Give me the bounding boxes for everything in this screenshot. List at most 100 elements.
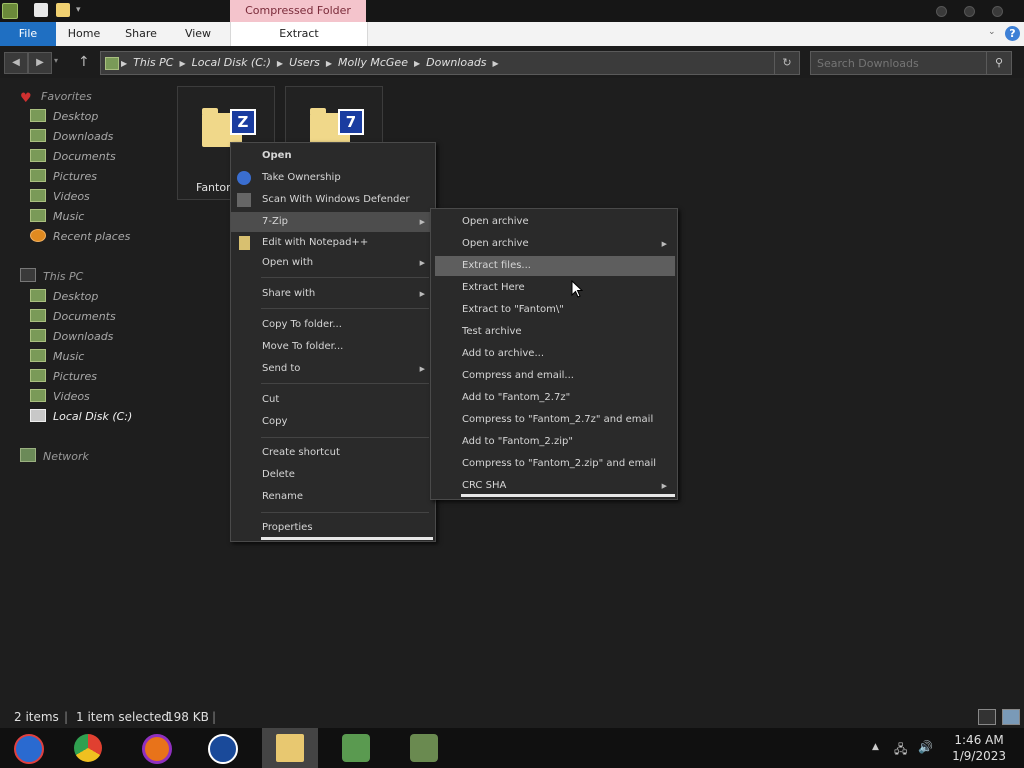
- sidebar-item-pictures[interactable]: Pictures: [30, 168, 170, 186]
- gear-icon: [237, 171, 251, 185]
- minimize-button[interactable]: [936, 6, 947, 17]
- tab-file[interactable]: File: [0, 22, 56, 46]
- menu-item-take-ownership[interactable]: Take Ownership: [231, 168, 435, 188]
- breadcrumb-downloads[interactable]: Downloads: [426, 56, 486, 69]
- menu-item-open[interactable]: Open: [231, 146, 435, 166]
- tab-share[interactable]: Share: [118, 22, 164, 46]
- tab-view[interactable]: View: [176, 22, 220, 46]
- sidebar-group-favorites[interactable]: ♥ Favorites: [20, 88, 92, 106]
- submenu-item-open-archive-more[interactable]: Open archive ▶: [431, 234, 677, 254]
- taskbar-chrome[interactable]: [62, 728, 112, 768]
- network-tray-icon[interactable]: 🖧: [894, 740, 907, 761]
- submenu-item-compress-email[interactable]: Compress and email...: [431, 366, 677, 386]
- sidebar-item-pc-downloads[interactable]: Downloads: [30, 328, 170, 346]
- sidebar-item-desktop[interactable]: Desktop: [30, 108, 170, 126]
- menu-item-properties[interactable]: Properties: [231, 518, 435, 538]
- volume-icon[interactable]: 🔊: [918, 740, 933, 754]
- tab-home[interactable]: Home: [62, 22, 106, 46]
- expand-ribbon-icon[interactable]: ⌄: [988, 27, 996, 37]
- details-view-icon[interactable]: [978, 709, 996, 725]
- chevron-right-icon[interactable]: ▶: [277, 59, 283, 68]
- submenu-item-compress-zip-email[interactable]: Compress to "Fantom_2.zip" and email: [431, 454, 677, 474]
- sidebar-group-network[interactable]: Network: [20, 448, 89, 466]
- chevron-right-icon[interactable]: ▶: [179, 59, 185, 68]
- search-box[interactable]: ⚲: [810, 51, 1012, 75]
- breadcrumb-this-pc[interactable]: This PC: [133, 56, 173, 69]
- taskbar-image-app[interactable]: [398, 728, 448, 768]
- taskbar-network-app[interactable]: [330, 728, 380, 768]
- submenu-item-open-archive[interactable]: Open archive: [431, 212, 677, 232]
- navigation-pane: ♥ Favorites Desktop Downloads Documents P…: [0, 80, 170, 680]
- menu-item-create-shortcut[interactable]: Create shortcut: [231, 443, 435, 463]
- network-icon: [20, 448, 36, 462]
- chevron-right-icon[interactable]: ▶: [493, 59, 499, 68]
- sidebar-item-videos[interactable]: Videos: [30, 188, 170, 206]
- sidebar-item-pc-videos[interactable]: Videos: [30, 388, 170, 406]
- chevron-right-icon[interactable]: ▶: [414, 59, 420, 68]
- submenu-item-crc-sha[interactable]: CRC SHA ▶: [431, 476, 677, 496]
- submenu-item-add-to-archive[interactable]: Add to archive...: [431, 344, 677, 364]
- menu-item-share-with[interactable]: Share with ▶: [231, 284, 435, 304]
- maximize-button[interactable]: [964, 6, 975, 17]
- sidebar-item-pc-documents[interactable]: Documents: [30, 308, 170, 326]
- submenu-item-extract-to-fantom[interactable]: Extract to "Fantom\": [431, 300, 677, 320]
- breadcrumb-local-disk[interactable]: Local Disk (C:): [192, 56, 271, 69]
- menu-separator: [261, 512, 429, 513]
- customize-quick-access-icon[interactable]: ▾: [76, 5, 81, 15]
- sidebar-item-music[interactable]: Music: [30, 208, 170, 226]
- menu-item-rename[interactable]: Rename: [231, 487, 435, 507]
- show-hidden-icons-icon[interactable]: ▲: [872, 742, 879, 752]
- breadcrumb-users[interactable]: Users: [289, 56, 320, 69]
- menu-item-copy[interactable]: Copy: [231, 412, 435, 432]
- submenu-item-add-to-zip[interactable]: Add to "Fantom_2.zip": [431, 432, 677, 452]
- recent-locations-icon[interactable]: ▾: [54, 56, 58, 65]
- sidebar-item-local-disk[interactable]: Local Disk (C:): [30, 408, 170, 426]
- search-input[interactable]: [817, 52, 977, 74]
- sidebar-item-pc-desktop[interactable]: Desktop: [30, 288, 170, 306]
- sidebar-item-recent-places[interactable]: Recent places: [30, 228, 170, 246]
- menu-item-delete[interactable]: Delete: [231, 465, 435, 485]
- taskbar-file-explorer[interactable]: [262, 728, 318, 768]
- sidebar-item-pc-music[interactable]: Music: [30, 348, 170, 366]
- taskbar: ▲ 🖧 🔊 1:46 AM 1/9/2023: [0, 728, 1024, 768]
- clock[interactable]: 1:46 AM 1/9/2023: [952, 732, 1006, 764]
- breadcrumb-molly-mcgee[interactable]: Molly McGee: [338, 56, 408, 69]
- menu-item-copy-to-folder[interactable]: Copy To folder...: [231, 315, 435, 335]
- menu-item-cut[interactable]: Cut: [231, 390, 435, 410]
- menu-item-send-to[interactable]: Send to ▶: [231, 359, 435, 379]
- new-folder-icon[interactable]: [56, 3, 70, 17]
- up-arrow-icon[interactable]: ↑: [78, 52, 90, 72]
- large-icons-view-icon[interactable]: [1002, 709, 1020, 725]
- submenu-item-extract-here[interactable]: Extract Here: [431, 278, 677, 298]
- submenu-item-add-to-7z[interactable]: Add to "Fantom_2.7z": [431, 388, 677, 408]
- sidebar-item-pc-pictures[interactable]: Pictures: [30, 368, 170, 386]
- sidebar-item-documents[interactable]: Documents: [30, 148, 170, 166]
- sidebar-item-downloads[interactable]: Downloads: [30, 128, 170, 146]
- sidebar-group-this-pc[interactable]: This PC: [20, 268, 83, 286]
- back-button[interactable]: ◀: [4, 52, 28, 74]
- properties-icon[interactable]: [34, 3, 48, 17]
- start-button[interactable]: [2, 728, 52, 768]
- help-icon[interactable]: ?: [1005, 26, 1020, 41]
- explorer-app-icon[interactable]: [2, 3, 18, 19]
- search-icon[interactable]: ⚲: [986, 52, 1011, 74]
- menu-item-move-to-folder[interactable]: Move To folder...: [231, 337, 435, 357]
- menu-item-open-with[interactable]: Open with ▶: [231, 253, 435, 273]
- submenu-item-extract-files[interactable]: Extract files...: [435, 256, 675, 276]
- address-bar[interactable]: ▶ This PC ▶ Local Disk (C:) ▶ Users ▶ Molly McG…: [100, 51, 800, 75]
- submenu-item-test-archive[interactable]: Test archive: [431, 322, 677, 342]
- menu-item-7zip[interactable]: 7-Zip ▶: [231, 212, 435, 232]
- chevron-right-icon[interactable]: ▶: [326, 59, 332, 68]
- taskbar-app[interactable]: [196, 728, 246, 768]
- tab-extract[interactable]: Extract: [230, 22, 368, 46]
- forward-button[interactable]: ▶: [28, 52, 52, 74]
- menu-item-scan-defender[interactable]: Scan With Windows Defender: [231, 190, 435, 210]
- menu-item-edit-notepad[interactable]: Edit with Notepad++: [231, 233, 435, 253]
- taskbar-firefox[interactable]: [130, 728, 180, 768]
- close-button[interactable]: [992, 6, 1003, 17]
- 7z-badge-icon: 7: [338, 109, 364, 135]
- submenu-bottom-bar: [461, 494, 675, 497]
- submenu-item-compress-7z-email[interactable]: Compress to "Fantom_2.7z" and email: [431, 410, 677, 430]
- refresh-icon[interactable]: ↻: [774, 52, 799, 74]
- heart-icon: ♥: [20, 91, 32, 106]
